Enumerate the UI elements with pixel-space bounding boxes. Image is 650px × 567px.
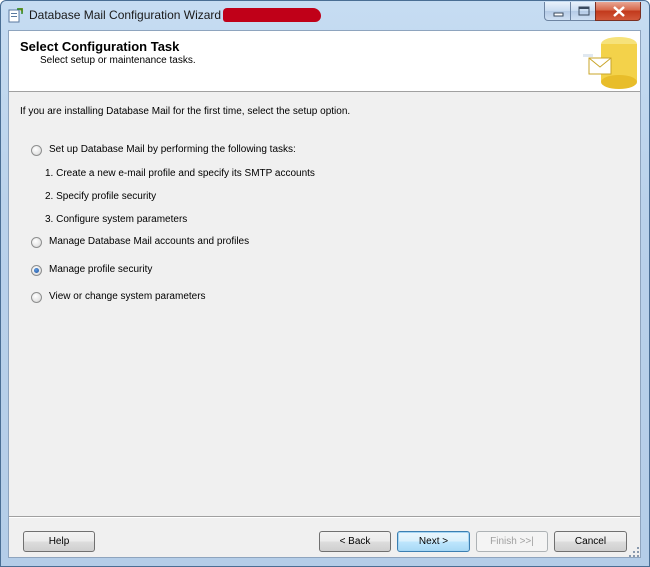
minimize-button[interactable] [544,2,571,21]
radio-system-parameters[interactable] [31,292,42,303]
cancel-button[interactable]: Cancel [554,531,627,552]
intro-text: If you are installing Database Mail for … [20,106,351,117]
radio-manage-accounts[interactable] [31,237,42,248]
option-profile-security-label[interactable]: Manage profile security [49,264,152,275]
setup-task-3: 3. Configure system parameters [45,214,188,225]
title-bar[interactable]: Database Mail Configuration Wizard [1,1,649,29]
close-icon [613,6,625,17]
finish-button[interactable]: Finish >>| [476,531,548,552]
wizard-client-area: Select Configuration Task Select setup o… [8,30,641,558]
setup-task-2: 2. Specify profile security [45,191,157,202]
maximize-icon [578,6,590,16]
maximize-button[interactable] [570,2,596,21]
wizard-app-icon [8,8,23,23]
redaction-mark [223,8,321,22]
page-subtitle: Select setup or maintenance tasks. [40,55,196,66]
page-title: Select Configuration Task [20,39,180,54]
close-button[interactable] [595,2,641,21]
next-button[interactable]: Next > [397,531,470,552]
window-title: Database Mail Configuration Wizard [29,8,222,22]
option-manage-accounts-label[interactable]: Manage Database Mail accounts and profil… [49,236,249,247]
radio-profile-security[interactable] [31,265,42,276]
resize-grip-icon[interactable] [628,546,640,558]
setup-task-1: 1. Create a new e-mail profile and speci… [45,168,315,179]
minimize-icon [553,12,564,17]
wizard-header: Select Configuration Task Select setup o… [9,31,640,92]
option-system-parameters-label[interactable]: View or change system parameters [49,291,206,302]
radio-setup[interactable] [31,145,42,156]
option-setup-label[interactable]: Set up Database Mail by performing the f… [49,144,296,155]
database-mail-graphic [581,34,639,90]
back-button[interactable]: < Back [319,531,391,552]
wizard-window: Database Mail Configuration Wizard Selec… [0,0,650,567]
footer-divider-highlight [9,517,640,518]
help-button[interactable]: Help [23,531,95,552]
